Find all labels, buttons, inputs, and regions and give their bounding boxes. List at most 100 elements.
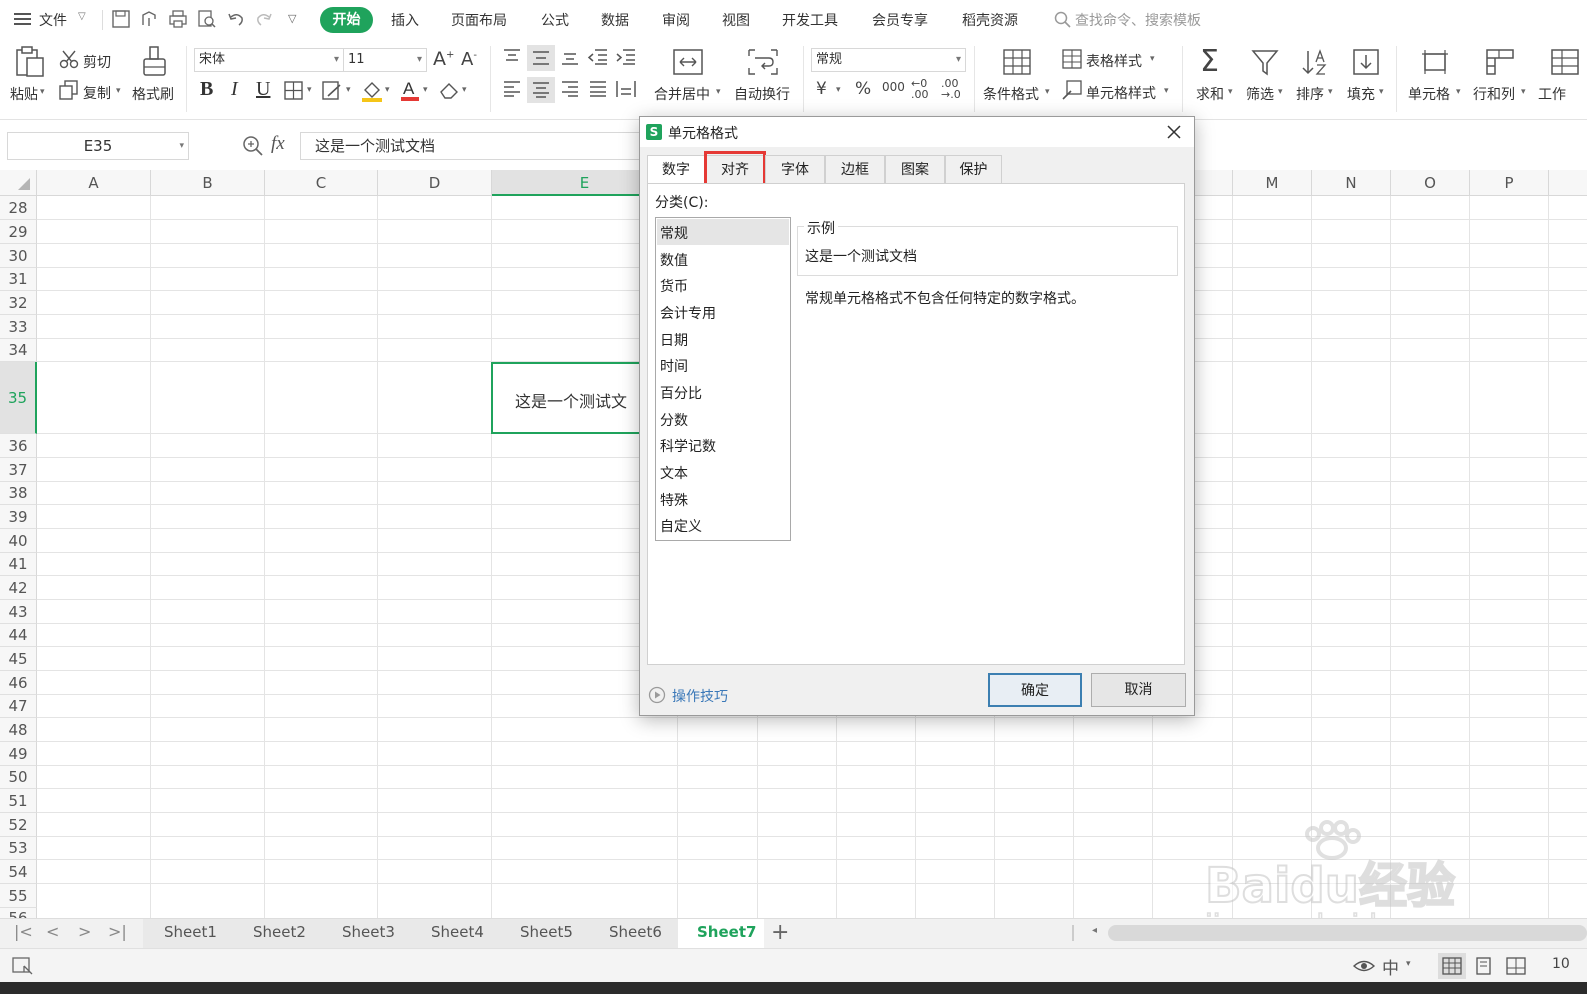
list-item[interactable]: 自定义 <box>660 516 702 536</box>
chevron-down-icon[interactable]: ▾ <box>1150 54 1155 64</box>
row-header[interactable]: 41 <box>0 553 37 576</box>
sheet-tab-sheet1[interactable]: Sheet1 <box>164 923 217 941</box>
hamburger-menu-icon[interactable] <box>14 11 32 27</box>
fill-button[interactable]: 填充 <box>1347 84 1375 104</box>
row-header[interactable]: 39 <box>0 505 37 529</box>
row-header[interactable]: 45 <box>0 647 37 671</box>
menu-tab-insert[interactable]: 插入 <box>391 10 419 30</box>
zoom-level[interactable]: 10 <box>1552 956 1570 972</box>
wrap-text-icon[interactable] <box>747 48 779 80</box>
column-header-o[interactable]: O <box>1391 170 1470 196</box>
chevron-down-icon[interactable]: ▾ <box>116 86 121 96</box>
row-header[interactable]: 54 <box>0 860 37 884</box>
name-box[interactable]: E35 ▾ <box>7 132 189 160</box>
list-item[interactable]: 货币 <box>660 276 688 296</box>
menu-tab-page-layout[interactable]: 页面布局 <box>451 10 507 30</box>
close-icon[interactable] <box>1166 124 1182 144</box>
row-header[interactable]: 50 <box>0 766 37 789</box>
menu-tab-data[interactable]: 数据 <box>601 10 629 30</box>
export-icon[interactable] <box>140 10 158 32</box>
chevron-down-icon[interactable]: ▾ <box>1278 87 1283 97</box>
column-header-b[interactable]: B <box>151 170 265 196</box>
chevron-down-icon[interactable]: ▾ <box>40 87 45 97</box>
column-header-a[interactable]: A <box>37 170 151 196</box>
normal-view-icon[interactable] <box>1438 953 1466 979</box>
chevron-down-icon[interactable]: ▾ <box>462 85 467 95</box>
tab-number[interactable]: 数字 <box>647 155 705 185</box>
sheet-tab-sheet5[interactable]: Sheet5 <box>520 923 573 941</box>
format-painter-button[interactable]: 格式刷 <box>132 84 174 104</box>
page-layout-view-icon[interactable] <box>1474 956 1494 980</box>
chevron-down-icon[interactable]: ▾ <box>1328 87 1333 97</box>
chevron-down-icon[interactable]: ▾ <box>1164 86 1169 96</box>
scroll-left-icon[interactable]: ◂ <box>1092 925 1097 936</box>
bold-icon[interactable]: B <box>200 78 213 101</box>
column-header-p[interactable]: P <box>1470 170 1549 196</box>
italic-icon[interactable]: I <box>231 78 238 101</box>
border-icon[interactable] <box>284 81 304 105</box>
row-header[interactable]: 55 <box>0 884 37 908</box>
cut-button[interactable]: 剪切 <box>83 52 111 72</box>
sheet-tab-sheet2[interactable]: Sheet2 <box>253 923 306 941</box>
row-header[interactable]: 33 <box>0 315 37 339</box>
row-header[interactable]: 44 <box>0 624 37 647</box>
row-header[interactable]: 29 <box>0 220 37 244</box>
menu-tab-review[interactable]: 审阅 <box>662 10 690 30</box>
copy-button[interactable]: 复制 <box>83 83 111 103</box>
conditional-format-icon[interactable] <box>1002 48 1032 80</box>
chevron-down-icon[interactable]: ▾ <box>307 85 312 95</box>
chevron-down-icon[interactable]: ▾ <box>1379 87 1384 97</box>
justify-icon[interactable] <box>588 80 608 102</box>
cancel-button[interactable]: 取消 <box>1091 673 1186 707</box>
chevron-down-icon[interactable]: ▾ <box>385 85 390 95</box>
save-icon[interactable] <box>112 10 130 32</box>
chevron-down-icon[interactable]: ▾ <box>423 85 428 95</box>
align-center-icon[interactable] <box>527 77 555 103</box>
column-header-c[interactable]: C <box>265 170 378 196</box>
row-header[interactable]: 48 <box>0 718 37 742</box>
scissors-icon[interactable] <box>59 49 79 73</box>
eraser-icon[interactable] <box>438 80 460 104</box>
sort-icon[interactable] <box>1300 48 1330 80</box>
row-header[interactable]: 56 <box>0 908 37 918</box>
align-top-icon[interactable] <box>502 48 522 70</box>
row-header[interactable]: 38 <box>0 482 37 505</box>
list-item[interactable]: 科学记数 <box>660 436 716 456</box>
sum-button[interactable]: 求和 <box>1196 84 1224 104</box>
sheet-tab-sheet7[interactable]: Sheet7 <box>697 923 756 941</box>
list-item[interactable]: 分数 <box>660 410 688 430</box>
indent-increase-icon[interactable] <box>615 48 637 70</box>
chevron-down-icon[interactable]: ▾ <box>1045 87 1050 97</box>
print-preview-icon[interactable] <box>198 10 216 32</box>
column-header-m[interactable]: M <box>1233 170 1312 196</box>
horizontal-scrollbar[interactable] <box>1108 925 1587 941</box>
row-header[interactable]: 40 <box>0 529 37 553</box>
distributed-align-icon[interactable] <box>615 79 637 103</box>
select-all-corner[interactable] <box>0 170 37 196</box>
print-icon[interactable] <box>169 10 187 32</box>
undo-icon[interactable] <box>227 10 245 32</box>
fill-color-icon[interactable] <box>361 80 383 106</box>
underline-icon[interactable]: U <box>256 78 270 101</box>
align-middle-icon[interactable] <box>527 45 555 71</box>
paste-icon[interactable] <box>14 46 46 82</box>
formula-input[interactable]: 这是一个测试文档 <box>300 132 640 160</box>
sheet-tab-sheet6[interactable]: Sheet6 <box>609 923 662 941</box>
input-method-icon[interactable]: 中 <box>1382 954 1399 979</box>
format-painter-icon[interactable] <box>141 46 169 82</box>
list-item[interactable]: 会计专用 <box>660 303 716 323</box>
quick-access-dropdown-icon[interactable]: ▽ <box>288 12 296 25</box>
list-item[interactable]: 数值 <box>660 250 688 270</box>
sort-button[interactable]: 排序 <box>1296 84 1324 104</box>
cell-button[interactable]: 单元格 <box>1408 84 1450 104</box>
row-header[interactable]: 32 <box>0 291 37 315</box>
chevron-down-icon[interactable]: ▾ <box>346 85 351 95</box>
decrease-font-icon[interactable]: A- <box>461 49 477 70</box>
paste-button[interactable]: 粘贴 <box>10 84 38 104</box>
first-sheet-icon[interactable]: |< <box>14 922 33 941</box>
cell-style-button[interactable]: 单元格样式 <box>1086 83 1156 103</box>
list-item[interactable]: 常规 <box>660 223 688 243</box>
thousands-separator-icon[interactable]: 000 <box>882 80 905 94</box>
align-bottom-icon[interactable] <box>560 48 580 70</box>
percent-icon[interactable]: % <box>855 79 871 99</box>
